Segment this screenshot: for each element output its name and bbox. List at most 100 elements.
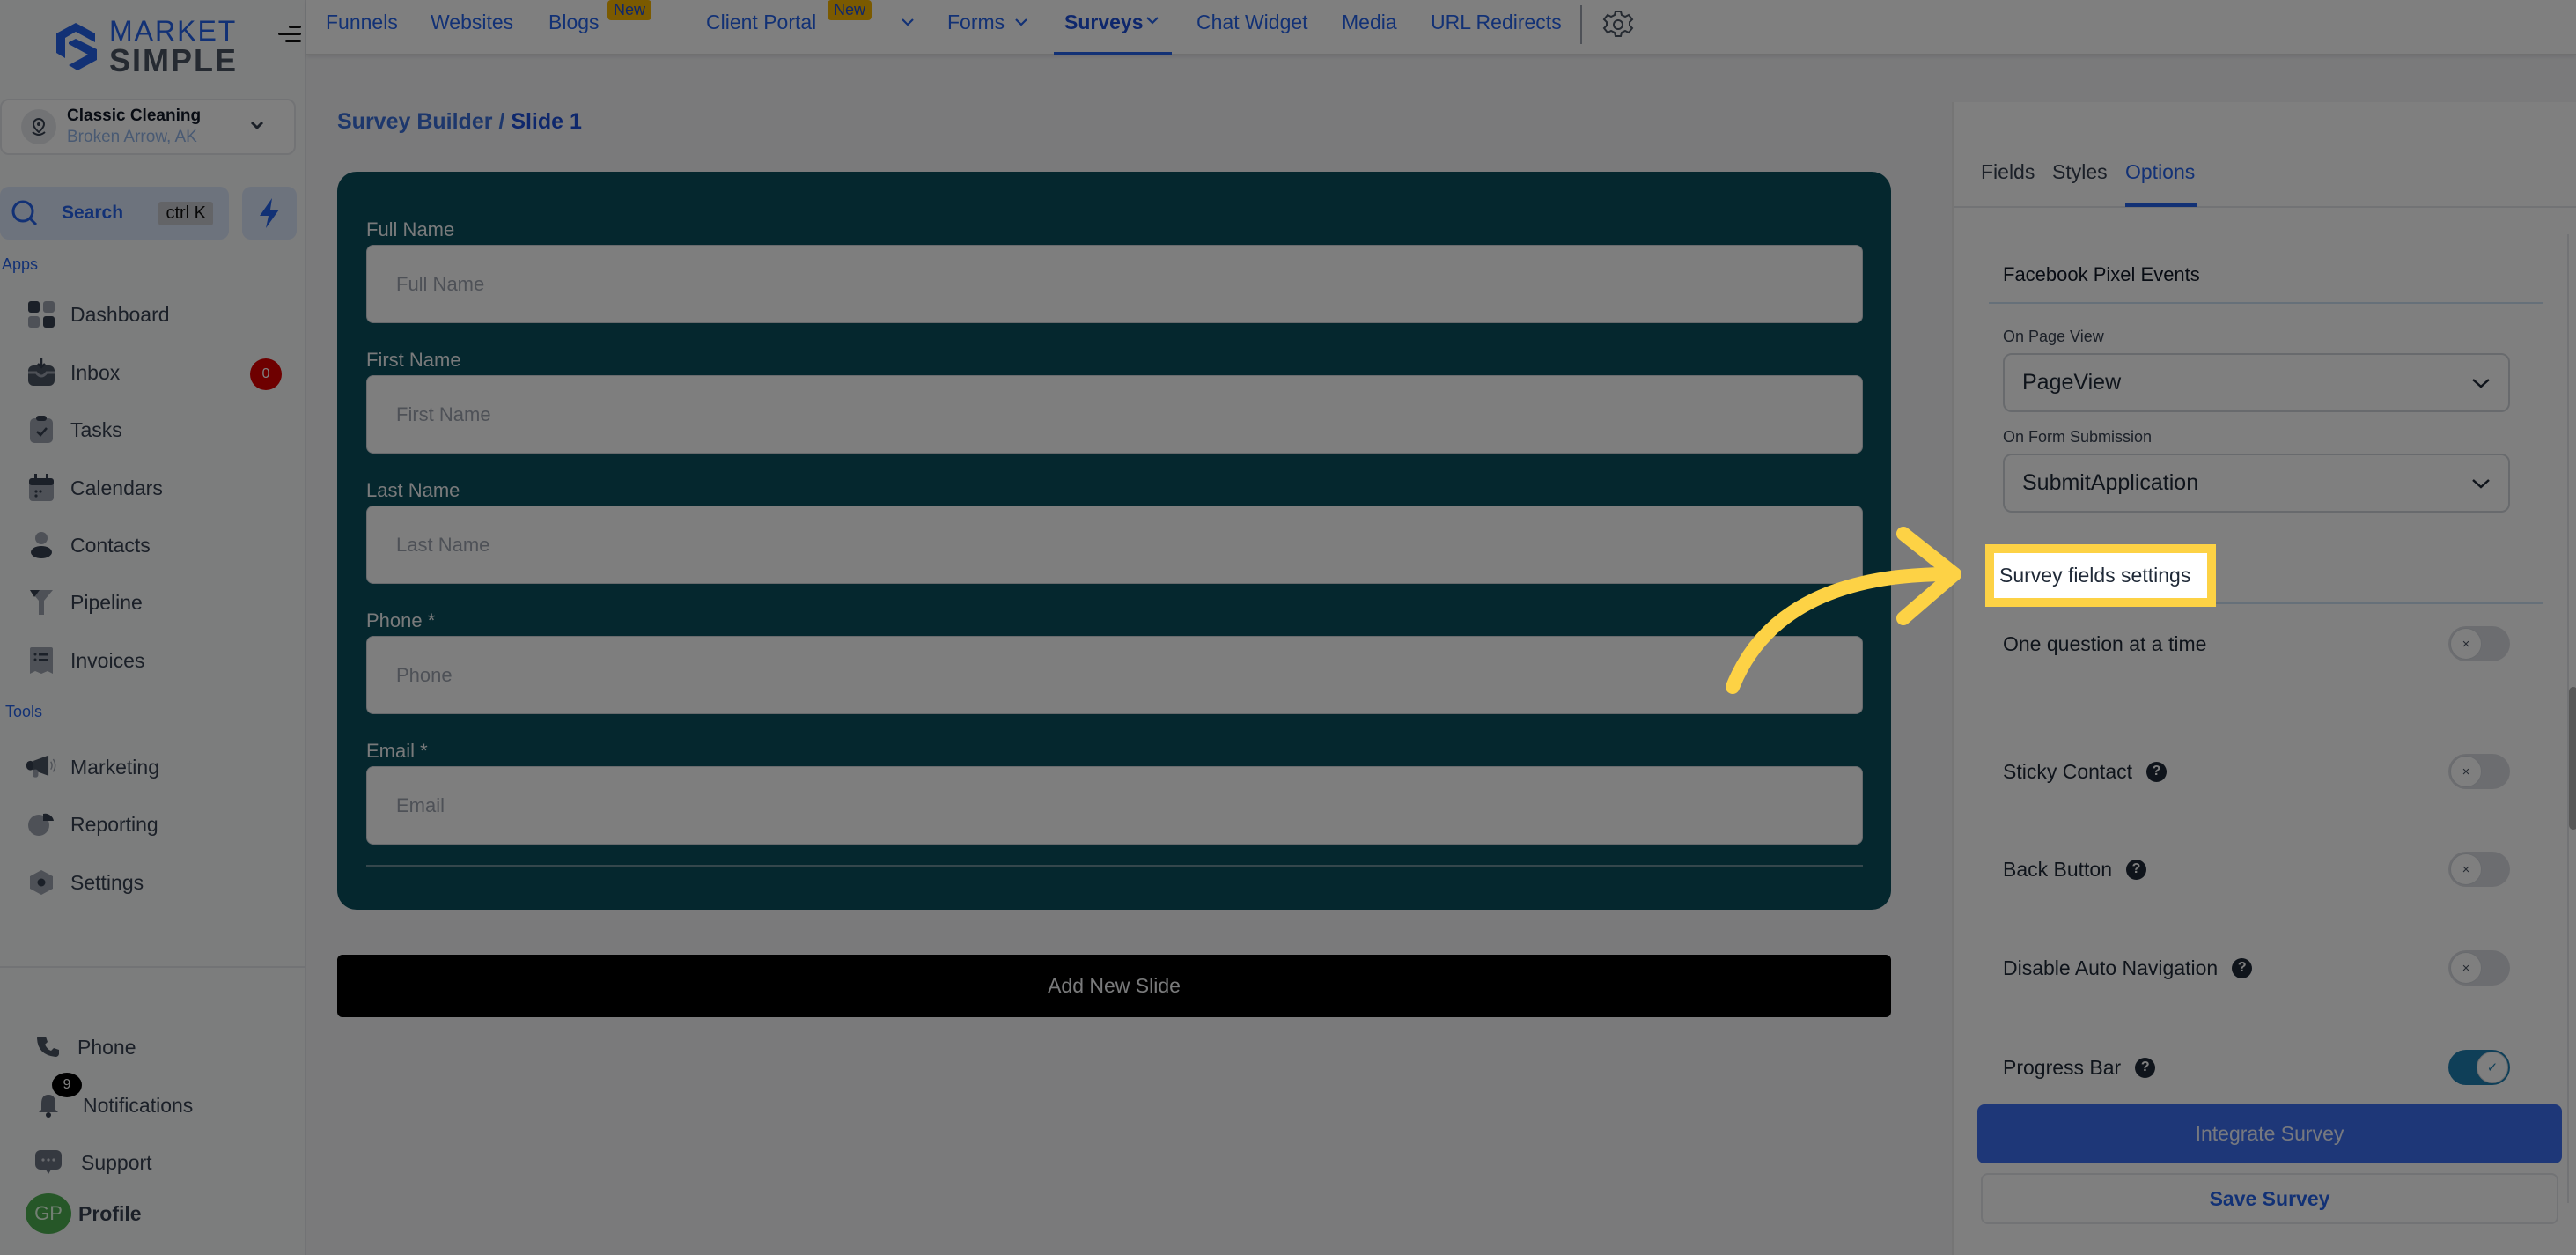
sidebar-item-label: Support xyxy=(81,1150,152,1174)
tools-section-label: Tools xyxy=(5,703,43,720)
sidebar-item-contacts[interactable]: Contacts xyxy=(26,528,282,563)
back-button-toggle[interactable]: × xyxy=(2448,852,2510,887)
chevron-down-icon[interactable] xyxy=(902,18,914,26)
option-label: Sticky Contact xyxy=(2003,759,2132,783)
breadcrumb: Survey Builder / Slide 1 xyxy=(337,109,582,135)
search-icon xyxy=(11,200,38,226)
toggle-off-icon: × xyxy=(2450,952,2482,984)
new-badge: New xyxy=(828,0,872,20)
sidebar-item-label: Inbox xyxy=(70,360,121,384)
megaphone-icon xyxy=(26,752,56,782)
email-input[interactable]: Email xyxy=(366,766,1863,845)
nav-tab-websites[interactable]: Websites xyxy=(431,11,513,34)
nav-tab-url-redirects[interactable]: URL Redirects xyxy=(1431,11,1562,34)
option-label: Back Button xyxy=(2003,857,2113,881)
tab-fields[interactable]: Fields xyxy=(1981,160,2035,184)
chevron-down-icon[interactable] xyxy=(1015,18,1027,26)
brand-line2: SIMPLE xyxy=(109,42,239,78)
sidebar-item-label: Phone xyxy=(77,1035,136,1059)
search-shortcut: ctrl K xyxy=(158,202,213,225)
sidebar-item-pipeline[interactable]: Pipeline xyxy=(26,585,282,620)
search-button[interactable]: Search ctrl K xyxy=(0,187,229,240)
sidebar-item-label: Marketing xyxy=(70,755,159,779)
sidebar-item-invoices[interactable]: Invoices xyxy=(26,643,282,678)
progress-bar-toggle[interactable]: ✓ xyxy=(2448,1050,2510,1085)
chevron-down-icon[interactable] xyxy=(1146,16,1159,25)
sidebar-item-reporting[interactable]: Reporting xyxy=(26,807,282,842)
on-form-submission-label: On Form Submission xyxy=(2003,428,2153,446)
sidebar-item-phone[interactable]: Phone xyxy=(33,1030,289,1065)
section-divider xyxy=(1989,302,2543,304)
sidebar-item-calendars[interactable]: Calendars xyxy=(26,470,282,506)
toggle-off-icon: × xyxy=(2450,628,2482,660)
facebook-pixel-section-title: Facebook Pixel Events xyxy=(2003,263,2200,285)
field-label-phone: Phone * xyxy=(366,609,436,631)
tabs-divider xyxy=(1954,206,2576,208)
last-name-input[interactable]: Last Name xyxy=(366,506,1863,584)
sidebar-item-inbox[interactable]: Inbox 0 xyxy=(26,355,282,390)
location-switcher[interactable]: Classic Cleaning Broken Arrow, AK xyxy=(0,99,296,155)
panel-scrollbar[interactable] xyxy=(2569,687,2576,830)
chevron-down-icon xyxy=(250,121,264,130)
highlighted-survey-fields-settings[interactable]: Survey fields settings xyxy=(1985,544,2216,607)
sticky-contact-toggle[interactable]: × xyxy=(2448,754,2510,789)
sidebar-item-dashboard[interactable]: Dashboard xyxy=(26,297,282,332)
option-one-question-at-a-time: One question at a time × xyxy=(2003,626,2510,661)
brand-line1: MARKET xyxy=(109,15,238,47)
phone-icon xyxy=(33,1032,63,1062)
chevron-down-icon xyxy=(2472,479,2490,489)
gear-icon[interactable] xyxy=(1602,9,1634,41)
first-name-input[interactable]: First Name xyxy=(366,375,1863,454)
on-page-view-value: PageView xyxy=(2022,370,2122,395)
tab-styles[interactable]: Styles xyxy=(2052,160,2108,184)
nav-tab-chat-widget[interactable]: Chat Widget xyxy=(1196,11,1308,34)
sidebar: MARKET SIMPLE Classic Cleaning Broken Ar… xyxy=(0,0,306,1255)
full-name-input[interactable]: Full Name xyxy=(366,245,1863,323)
one-question-toggle[interactable]: × xyxy=(2448,626,2510,661)
on-form-submission-value: SubmitApplication xyxy=(2022,470,2199,495)
brand-logo[interactable]: MARKET SIMPLE xyxy=(49,15,247,78)
nav-tab-funnels[interactable]: Funnels xyxy=(326,11,398,34)
field-label-last-name: Last Name xyxy=(366,479,460,501)
help-icon[interactable]: ? xyxy=(2126,859,2147,880)
sidebar-item-label: Dashboard xyxy=(70,302,170,326)
nav-tab-surveys[interactable]: Surveys xyxy=(1064,11,1144,34)
help-icon[interactable]: ? xyxy=(2135,1057,2156,1078)
sidebar-collapse-button[interactable] xyxy=(278,21,301,44)
option-sticky-contact: Sticky Contact ? × xyxy=(2003,754,2510,789)
integrate-survey-button[interactable]: Integrate Survey xyxy=(1977,1104,2562,1163)
notifications-count-badge: 9 xyxy=(52,1073,82,1097)
builder-settings-panel: Fields Styles Options Facebook Pixel Eve… xyxy=(1952,102,2576,1255)
disable-auto-navigation-toggle[interactable]: × xyxy=(2448,950,2510,986)
field-label-email: Email * xyxy=(366,740,428,762)
sidebar-item-marketing[interactable]: Marketing xyxy=(26,749,282,785)
settings-icon xyxy=(26,867,56,897)
on-page-view-select[interactable]: PageView xyxy=(2003,353,2510,412)
quick-actions-button[interactable] xyxy=(242,187,297,240)
sidebar-item-tasks[interactable]: Tasks xyxy=(26,412,282,447)
sidebar-item-support[interactable]: Support xyxy=(33,1145,289,1180)
option-back-button: Back Button ? × xyxy=(2003,852,2510,887)
nav-tab-client-portal[interactable]: Client Portal xyxy=(706,11,816,34)
help-icon[interactable]: ? xyxy=(2232,957,2253,978)
nav-tab-forms[interactable]: Forms xyxy=(947,11,1005,34)
nav-tab-media[interactable]: Media xyxy=(1342,11,1397,34)
dashboard-icon xyxy=(26,299,56,329)
on-form-submission-select[interactable]: SubmitApplication xyxy=(2003,454,2510,513)
toggle-off-icon: × xyxy=(2450,756,2482,787)
sidebar-item-profile[interactable]: GP Profile xyxy=(26,1193,281,1234)
location-pin-icon xyxy=(21,109,56,144)
sidebar-item-label: Invoices xyxy=(70,648,145,672)
help-icon[interactable]: ? xyxy=(2146,761,2167,782)
sidebar-divider xyxy=(0,966,306,968)
tab-options[interactable]: Options xyxy=(2125,160,2195,184)
add-new-slide-button[interactable]: Add New Slide xyxy=(337,955,1891,1017)
sidebar-item-settings[interactable]: Settings xyxy=(26,865,282,900)
on-page-view-label: On Page View xyxy=(2003,328,2104,345)
sidebar-item-label: Profile xyxy=(78,1201,142,1225)
save-survey-button[interactable]: Save Survey xyxy=(1981,1173,2558,1224)
phone-input[interactable]: Phone xyxy=(366,636,1863,714)
nav-tab-blogs[interactable]: Blogs xyxy=(548,11,600,34)
breadcrumb-parent[interactable]: Survey Builder / xyxy=(337,109,504,134)
chevron-down-icon xyxy=(2472,379,2490,388)
